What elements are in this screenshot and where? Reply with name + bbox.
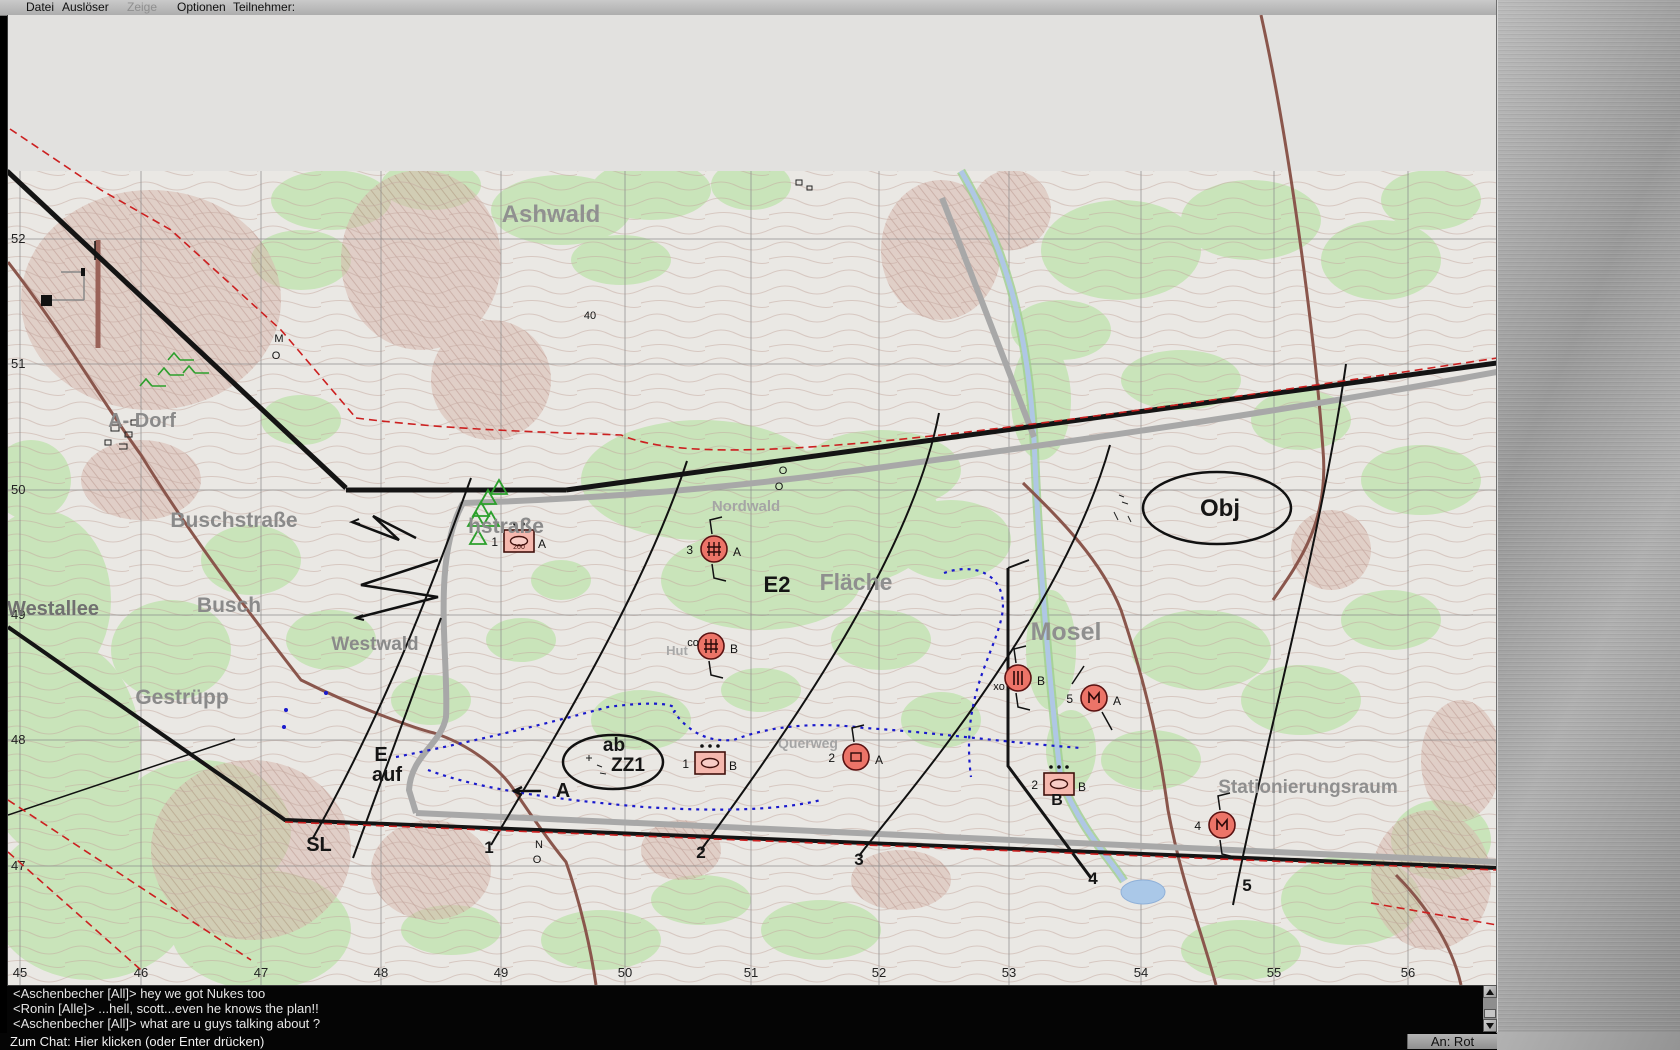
scroll-up-icon[interactable] [1483, 985, 1497, 998]
svg-text:5: 5 [1066, 692, 1073, 706]
tactical-label: auf [372, 764, 402, 786]
menu-item-datei[interactable]: Datei [26, 0, 54, 15]
small-label: O [533, 854, 542, 866]
tactical-label: 2 [696, 843, 705, 862]
status-bar: Zum Chat: Hier klicken (oder Enter drück… [0, 1033, 1497, 1050]
svg-text:B: B [1078, 780, 1086, 794]
place-label: Gestrüpp [135, 686, 228, 709]
svg-text:3: 3 [686, 543, 693, 557]
menu-item-zeige: Zeige [127, 0, 158, 14]
svg-text:A: A [1113, 694, 1121, 708]
tactical-label: 3 [854, 850, 863, 869]
place-label: Busch [197, 594, 261, 617]
place-label: A- Dorf [108, 410, 176, 432]
small-label: O [779, 465, 788, 477]
svg-text:54: 54 [1134, 965, 1148, 980]
application-window: Datei Auslöser Zeige Optionen Teilnehmer: [0, 0, 1680, 1050]
place-label: Westwald [331, 634, 418, 655]
svg-text:45: 45 [13, 965, 27, 980]
place-label: Ashwald [502, 201, 601, 228]
svg-text:49: 49 [494, 965, 508, 980]
tactical-label: A [556, 780, 570, 802]
svg-text:53: 53 [1002, 965, 1016, 980]
svg-text:51: 51 [744, 965, 758, 980]
svg-text:50: 50 [11, 482, 25, 497]
svg-text:4: 4 [1194, 819, 1201, 833]
small-label: N [535, 839, 543, 851]
tactical-label: E [374, 744, 387, 766]
svg-text:50: 50 [618, 965, 632, 980]
svg-text:46: 46 [134, 965, 148, 980]
place-label: Westallee [8, 598, 99, 620]
small-label: O [272, 350, 281, 362]
place-label: Querweg [778, 735, 838, 751]
tactical-label: SL [306, 834, 332, 856]
svg-text:B: B [730, 642, 738, 656]
chat-log[interactable]: <Aschenbecher [All]> hey we got Nukes to… [7, 985, 1483, 1033]
svg-text:52: 52 [11, 231, 25, 246]
place-label: Fläche [820, 569, 893, 595]
svg-text:2: 2 [828, 751, 835, 765]
chat-message: <Aschenbecher [All]> what are u guys tal… [13, 1016, 321, 1031]
svg-text:B: B [1037, 674, 1045, 688]
pond [1120, 879, 1166, 905]
svg-text:56: 56 [1401, 965, 1415, 980]
place-label: Stationierungsraum [1218, 777, 1397, 798]
svg-text:A: A [538, 537, 546, 551]
map-canvas[interactable]: 45 46 47 48 49 50 51 52 53 54 55 56 52 51 50 49 48 47 [7, 15, 1497, 985]
place-label: Buschstraße [170, 509, 297, 532]
tactical-label: ab [603, 735, 625, 756]
menu-item-optionen[interactable]: Optionen [177, 0, 226, 15]
small-label: xo [993, 681, 1005, 693]
svg-text:48: 48 [374, 965, 388, 980]
place-label: Mosel [1031, 618, 1102, 646]
tactical-map[interactable]: 45 46 47 48 49 50 51 52 53 54 55 56525150494847 [8, 15, 1497, 985]
svg-text:B: B [729, 759, 737, 773]
svg-text:A: A [875, 753, 883, 767]
svg-text:1: 1 [682, 757, 689, 771]
svg-text:47: 47 [254, 965, 268, 980]
small-label: co [687, 637, 699, 649]
tactical-label: ZZ1 [611, 755, 645, 776]
small-label: O [775, 481, 784, 493]
unexplored-area [8, 15, 1497, 171]
svg-text:48: 48 [11, 732, 25, 747]
menu-item-auslser[interactable]: Auslöser [62, 0, 109, 15]
small-label: M [274, 333, 283, 345]
chat-recipient-button[interactable]: An: Rot [1407, 1034, 1497, 1049]
scroll-down-icon[interactable] [1483, 1019, 1497, 1032]
svg-text:A: A [733, 545, 741, 559]
chat-scrollbar[interactable] [1483, 985, 1497, 1032]
svg-text:200: 200 [513, 544, 525, 551]
tactical-label: 1 [484, 838, 493, 857]
control-sidebar: Bereit Ende Kartentyp GeländeSichtMeldun… [1496, 0, 1680, 1050]
tactical-label: E2 [764, 572, 791, 597]
tactical-label: 4 [1088, 869, 1098, 888]
svg-text:52: 52 [872, 965, 886, 980]
svg-text:2: 2 [1031, 778, 1038, 792]
chat-prompt[interactable]: Zum Chat: Hier klicken (oder Enter drück… [10, 1034, 264, 1049]
menu-bar: Datei Auslöser Zeige Optionen Teilnehmer: [0, 0, 1680, 16]
svg-text:51: 51 [11, 356, 25, 371]
tactical-label: 5 [1242, 876, 1251, 895]
svg-text:55: 55 [1267, 965, 1281, 980]
place-label: Nordwald [712, 498, 780, 515]
scrollbar-thumb[interactable] [1484, 1009, 1496, 1018]
tactical-label: B [1051, 792, 1063, 809]
place-label: Hut [666, 643, 688, 658]
corner-panel [1497, 1032, 1680, 1050]
tactical-label: Obj [1200, 495, 1240, 522]
chat-message: <Aschenbecher [All]> hey we got Nukes to… [13, 986, 266, 1001]
menu-item-teilnehmer[interactable]: Teilnehmer: [233, 0, 295, 15]
small-label: 40 [584, 310, 596, 322]
chat-message: <Ronin [Alle]> ...hell, scott...even he … [13, 1001, 319, 1016]
place-label: hstraße [468, 515, 544, 538]
